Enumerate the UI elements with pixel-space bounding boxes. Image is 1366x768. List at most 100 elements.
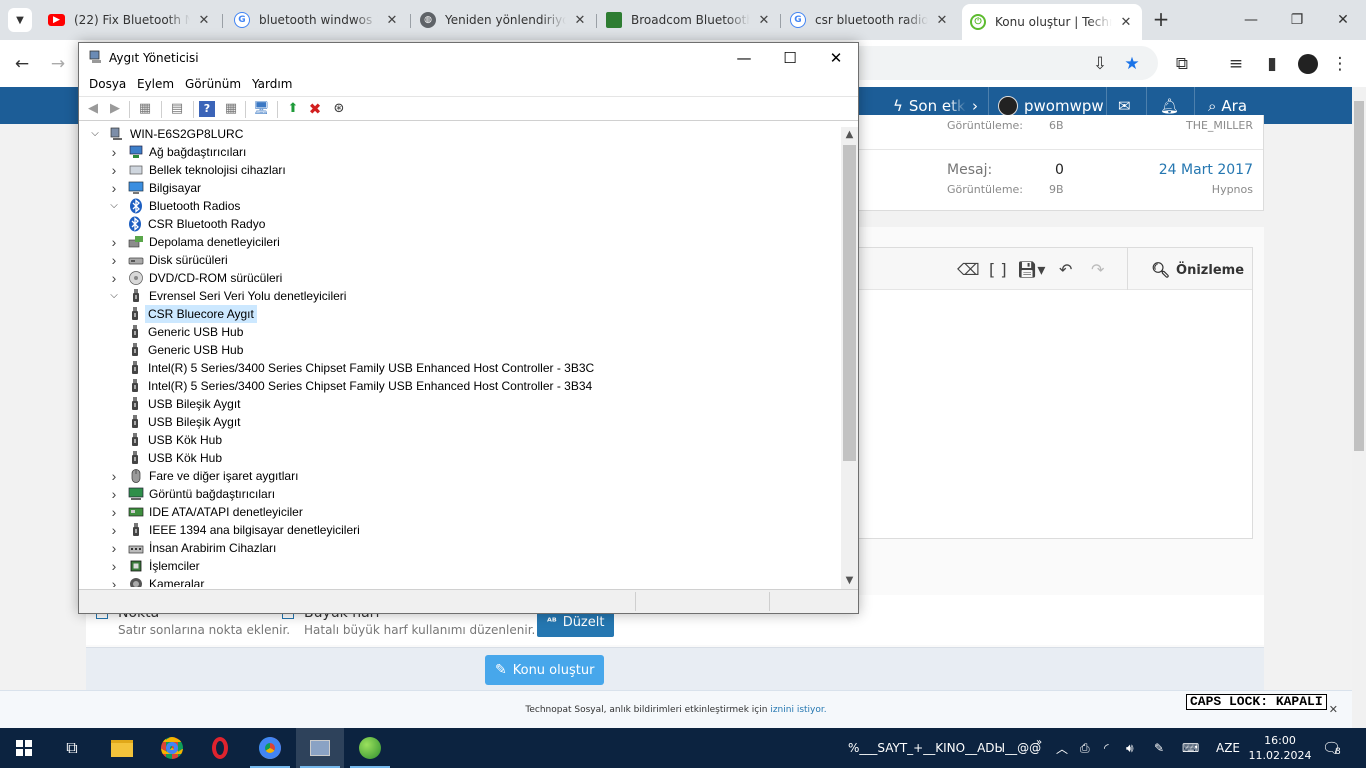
close-tab-icon[interactable]: ✕ — [196, 13, 212, 28]
restore-window-button[interactable]: ❐ — [1274, 6, 1320, 34]
tray-clock[interactable]: 16:00 11.02.2024 — [1249, 728, 1312, 768]
device-node[interactable]: Intel(R) 5 Series/3400 Series Chipset Fa… — [127, 377, 592, 395]
chevron-right-icon[interactable]: › — [108, 233, 120, 251]
chevron-right-icon[interactable]: › — [108, 503, 120, 521]
show-hidden-icons[interactable]: ︿ — [1056, 728, 1068, 768]
chevron-right-icon[interactable]: › — [108, 485, 120, 503]
taskbar-app-update[interactable] — [346, 728, 394, 768]
extensions-button[interactable]: ⧉ — [1168, 50, 1196, 78]
chevron-down-icon[interactable]: ⌵ — [108, 287, 120, 305]
device-manager-titlebar[interactable]: Aygıt Yöneticisi — ☐ ✕ — [79, 43, 858, 73]
list-view-icon[interactable]: ▤ — [169, 101, 185, 117]
eraser-icon[interactable]: ⌫ — [957, 260, 980, 279]
properties-grid-icon[interactable]: ▦ — [137, 101, 153, 117]
device-node[interactable]: USB Kök Hub — [127, 449, 222, 467]
back-arrow-icon[interactable]: ◀ — [85, 101, 101, 117]
help-icon[interactable]: ? — [199, 101, 215, 117]
browser-tab-3[interactable]: Broadcom Bluetooth ✕ — [598, 6, 780, 34]
notification-permission-link[interactable]: iznini istiyor. — [770, 705, 826, 715]
device-node[interactable]: USB Bileşik Aygıt — [127, 413, 240, 431]
close-icon[interactable]: ✕ — [1329, 691, 1338, 729]
device-category-node[interactable]: › İnsan Arabirim Cihazları — [108, 539, 277, 557]
chevron-right-icon[interactable]: › — [108, 143, 120, 161]
thread-last-author[interactable]: THE_MILLER — [1186, 119, 1253, 132]
properties-sheet-icon[interactable]: ▦ — [223, 101, 239, 117]
new-tab-button[interactable]: + — [1150, 8, 1172, 32]
device-category-node[interactable]: › DVD/CD-ROM sürücüleri — [108, 269, 283, 287]
undo-icon[interactable]: ↶ — [1059, 260, 1072, 279]
taskbar-opera[interactable] — [196, 728, 244, 768]
device-node[interactable]: USB Kök Hub — [127, 431, 222, 449]
device-category-node[interactable]: › Ağ bağdaştırıcıları — [108, 143, 247, 161]
preview-button[interactable]: 🔍︎ Önizleme — [1151, 261, 1244, 279]
device-category-node[interactable]: › Görüntü bağdaştırıcıları — [108, 485, 275, 503]
taskbar-file-explorer[interactable] — [98, 728, 146, 768]
chevron-down-icon[interactable]: ⌵ — [89, 125, 101, 143]
browser-tab-0[interactable]: ▶ (22) Fix Bluetooth Not ✕ — [40, 6, 220, 34]
device-node[interactable]: CSR Bluetooth Radyo — [127, 215, 265, 233]
browser-tab-1[interactable]: G bluetooth windwos 10 ✕ — [226, 6, 408, 34]
browser-tab-4[interactable]: G csr bluetooth radio d ✕ — [782, 6, 958, 34]
tray-chevron-icon[interactable]: » — [1036, 722, 1042, 762]
page-scrollbar[interactable] — [1352, 87, 1366, 728]
tray-keyboard[interactable]: ⌨ — [1182, 728, 1199, 768]
back-button[interactable]: ← — [8, 50, 36, 78]
device-category-node[interactable]: ⌵ Bluetooth Radios — [108, 197, 240, 215]
device-node[interactable]: Generic USB Hub — [127, 341, 243, 359]
chevron-right-icon[interactable]: › — [108, 161, 120, 179]
media-control-button[interactable]: ≡ — [1222, 50, 1250, 78]
device-category-node[interactable]: ⌵ Evrensel Seri Veri Yolu denetleyicileri — [108, 287, 346, 305]
tray-network[interactable]: ◜ — [1104, 728, 1109, 768]
minimize-window-button[interactable]: — — [1228, 6, 1274, 34]
task-view-button[interactable]: ⧉ — [48, 728, 96, 768]
tray-meet-now[interactable]: ⎙ — [1080, 728, 1090, 768]
redo-icon[interactable]: ↷ — [1091, 260, 1104, 279]
install-app-button[interactable]: ⇩ — [1086, 50, 1114, 78]
tab-search-button[interactable]: ▼ — [8, 8, 32, 32]
uninstall-device-icon[interactable]: ✖ — [307, 101, 323, 117]
dm-maximize-button[interactable]: ☐ — [767, 43, 813, 73]
device-category-node[interactable]: › Kameralar — [108, 575, 204, 587]
chevron-right-icon[interactable]: › — [108, 251, 120, 269]
close-tab-icon[interactable]: ✕ — [756, 13, 772, 28]
thread-last-date[interactable]: 24 Mart 2017 — [1159, 162, 1253, 178]
browser-tab-5[interactable]: ⏻ Konu oluştur | Techno ✕ — [962, 4, 1142, 40]
chevron-right-icon[interactable]: › — [108, 467, 120, 485]
update-driver-icon[interactable]: ⬆ — [285, 101, 301, 117]
save-draft-icon[interactable]: 💾︎▾ — [1017, 260, 1045, 279]
tray-volume[interactable]: 🔊︎ — [1126, 728, 1134, 768]
tray-text[interactable]: %___SAYT_+__KINO__ADЫ__@@ — [848, 728, 1041, 768]
device-category-node[interactable]: › İşlemciler — [108, 557, 200, 575]
profile-button[interactable] — [1294, 50, 1322, 78]
device-category-node[interactable]: › IDE ATA/ATAPI denetleyiciler — [108, 503, 303, 521]
tray-pen[interactable]: ✎ — [1154, 728, 1164, 768]
close-tab-icon[interactable]: ✕ — [1118, 15, 1134, 30]
taskbar-chrome-profile[interactable] — [246, 728, 294, 768]
start-button[interactable] — [0, 728, 48, 768]
taskbar-chrome[interactable] — [148, 728, 196, 768]
bookmark-button[interactable]: ★ — [1118, 50, 1146, 78]
scan-hardware-icon[interactable]: 🖥︎ — [253, 101, 270, 117]
device-category-node[interactable]: › Fare ve diğer işaret aygıtları — [108, 467, 299, 485]
chevron-right-icon[interactable]: › — [108, 575, 120, 587]
chevron-right-icon[interactable]: › — [108, 269, 120, 287]
device-node[interactable]: Intel(R) 5 Series/3400 Series Chipset Fa… — [127, 359, 594, 377]
chevron-right-icon[interactable]: › — [108, 557, 120, 575]
device-node[interactable]: USB Bileşik Aygıt — [127, 395, 240, 413]
dm-minimize-button[interactable]: — — [721, 43, 767, 73]
menu-action[interactable]: Eylem — [137, 77, 174, 91]
device-node[interactable]: CSR Bluecore Aygıt — [127, 305, 257, 323]
device-category-node[interactable]: › Depolama denetleyicileri — [108, 233, 280, 251]
menu-file[interactable]: Dosya — [89, 77, 126, 91]
close-tab-icon[interactable]: ✕ — [934, 13, 950, 28]
browser-tab-2[interactable]: ◍ Yeniden yönlendiriyor ✕ — [412, 6, 596, 34]
taskbar-device-manager[interactable] — [296, 728, 344, 768]
notification-center[interactable]: 🗨︎ 8 — [1322, 728, 1341, 768]
device-node[interactable]: Generic USB Hub — [127, 323, 243, 341]
device-category-node[interactable]: › Disk sürücüleri — [108, 251, 228, 269]
chevron-down-icon[interactable]: ⌵ — [108, 197, 120, 215]
forward-arrow-icon[interactable]: ▶ — [107, 101, 123, 117]
tray-language[interactable]: AZE — [1216, 728, 1240, 768]
chevron-right-icon[interactable]: › — [108, 539, 120, 557]
menu-view[interactable]: Görünüm — [185, 77, 241, 91]
